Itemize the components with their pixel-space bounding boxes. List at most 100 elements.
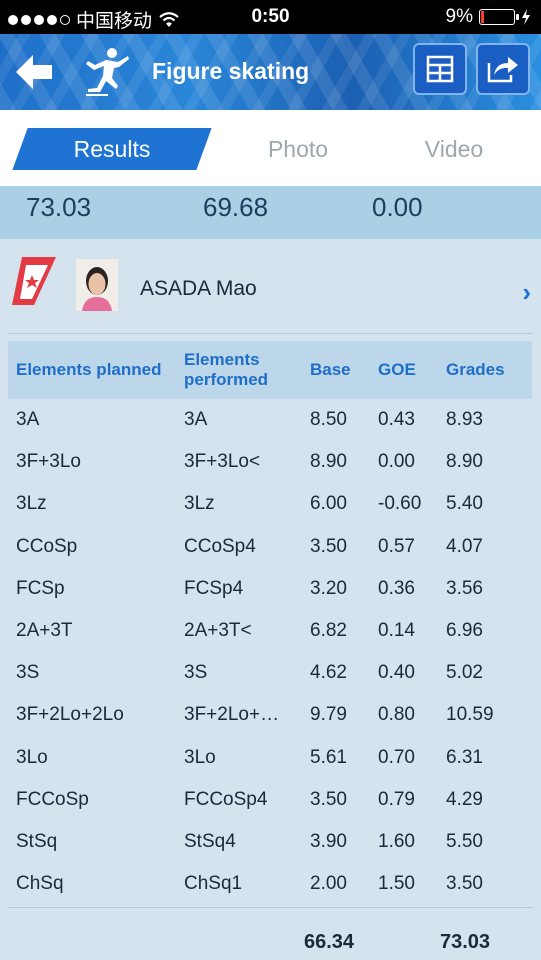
header-goe: GOE [370, 341, 438, 399]
athlete-name: ASADA Mao [140, 277, 257, 300]
cell-grade: 4.29 [446, 788, 483, 810]
cell-grade: 10.59 [446, 704, 494, 726]
cell-goe: 0.36 [378, 577, 415, 599]
divider [8, 907, 533, 908]
cell-goe: 0.57 [378, 535, 415, 557]
cell-performed: 3F+3Lo< [184, 451, 261, 473]
table-row: StSq StSq4 3.90 1.60 5.50 [8, 821, 532, 863]
cell-grade: 3.56 [446, 577, 483, 599]
app-header: Figure skating [0, 34, 541, 110]
cell-planned: 3F+3Lo [16, 451, 81, 473]
cell-grade: 6.96 [446, 620, 483, 642]
cell-planned: StSq [16, 830, 58, 852]
cell-goe: 0.14 [378, 620, 415, 642]
table-row: 3S 3S 4.62 0.40 5.02 [8, 652, 532, 694]
back-arrow-icon [16, 55, 52, 89]
table-header-row: Elements planned Elements performed Base… [8, 341, 532, 399]
cell-base: 3.50 [310, 535, 347, 557]
cell-grade: 4.07 [446, 535, 483, 557]
cell-grade: 5.50 [446, 830, 483, 852]
total-grades: 73.03 [440, 931, 491, 953]
table-row: FCSp FCSp4 3.20 0.36 3.56 [8, 568, 532, 610]
elements-table: Elements planned Elements performed Base… [8, 341, 532, 905]
header-elements-performed: Elements performed [176, 341, 302, 399]
table-row: FCCoSp FCCoSp4 3.50 0.79 4.29 [8, 779, 532, 821]
tab-bar: Results Photo Video [0, 110, 541, 186]
battery-icon [479, 9, 519, 25]
cell-base: 8.50 [310, 409, 347, 431]
table-row: 3Lz 3Lz 6.00 -0.60 5.40 [8, 483, 532, 525]
results-content: ASADA Mao › Elements planned Elements pe… [0, 239, 541, 960]
deduction-score: 0.00 [372, 192, 423, 222]
tab-photo[interactable]: Photo [240, 128, 356, 170]
table-row: 3F+3Lo 3F+3Lo< 8.90 0.00 8.90 [8, 441, 532, 483]
cell-goe: 0.40 [378, 662, 415, 684]
cell-performed: CCoSp4 [184, 535, 256, 557]
cell-planned: FCSp [16, 577, 65, 599]
cell-performed: 3Lz [184, 493, 215, 515]
tab-video[interactable]: Video [396, 128, 512, 170]
cell-grade: 8.90 [446, 451, 483, 473]
cell-base: 4.62 [310, 662, 347, 684]
table-row: 3F+2Lo+2Lo 3F+2Lo+… 9.79 0.80 10.59 [8, 694, 532, 736]
cell-performed: 3F+2Lo+… [184, 704, 280, 726]
cell-grade: 8.93 [446, 409, 483, 431]
cell-goe: 0.70 [378, 746, 415, 768]
cell-grade: 3.50 [446, 873, 483, 895]
total-score: 73.03 [26, 192, 92, 222]
divider [8, 333, 533, 334]
header-elements-planned: Elements planned [8, 341, 176, 399]
back-button[interactable] [0, 34, 68, 110]
cell-planned: 2A+3T [16, 620, 73, 642]
cell-planned: CCoSp [16, 535, 78, 557]
cell-goe: 0.00 [378, 451, 415, 473]
chevron-right-icon[interactable]: › [522, 277, 531, 308]
element-score: 69.68 [203, 192, 269, 222]
cell-base: 3.20 [310, 577, 347, 599]
cell-performed: StSq4 [184, 830, 236, 852]
cell-grade: 5.02 [446, 662, 483, 684]
cell-planned: FCCoSp [16, 788, 89, 810]
cell-grade: 6.31 [446, 746, 483, 768]
figure-skater-icon [86, 48, 129, 96]
header-grades: Grades [438, 341, 532, 399]
cell-performed: FCSp4 [184, 577, 244, 599]
header-base: Base [302, 341, 370, 399]
table-total-row: 66.34 73.03 [0, 927, 541, 960]
cell-planned: 3A [16, 409, 40, 431]
cell-base: 2.00 [310, 873, 347, 895]
share-button[interactable] [476, 43, 530, 95]
cell-base: 3.50 [310, 788, 347, 810]
athlete-avatar [76, 259, 118, 311]
cell-base: 5.61 [310, 746, 347, 768]
cell-base: 6.00 [310, 493, 347, 515]
calculator-button[interactable] [413, 43, 467, 95]
cell-performed: 3A [184, 409, 208, 431]
table-row: 3Lo 3Lo 5.61 0.70 6.31 [8, 737, 532, 779]
table-row: 3A 3A 8.50 0.43 8.93 [8, 399, 532, 441]
charging-icon [522, 9, 530, 25]
cell-planned: 3Lo [16, 746, 48, 768]
cell-planned: 3Lz [16, 493, 47, 515]
cell-performed: FCCoSp4 [184, 788, 268, 810]
cell-performed: 3Lo [184, 746, 216, 768]
athlete-row[interactable]: ASADA Mao › [0, 239, 541, 335]
cell-planned: 3S [16, 662, 40, 684]
cell-base: 3.90 [310, 830, 347, 852]
cell-goe: 1.50 [378, 873, 415, 895]
total-base: 66.34 [304, 931, 355, 953]
table-row: CCoSp CCoSp4 3.50 0.57 4.07 [8, 526, 532, 568]
cell-base: 6.82 [310, 620, 347, 642]
cell-goe: 0.43 [378, 409, 415, 431]
page-title: Figure skating [152, 58, 310, 84]
cell-planned: 3F+2Lo+2Lo [16, 704, 124, 726]
table-row: ChSq ChSq1 2.00 1.50 3.50 [8, 863, 532, 905]
tab-results[interactable]: Results [20, 128, 204, 170]
cell-performed: 2A+3T< [184, 620, 252, 642]
cell-performed: 3S [184, 662, 208, 684]
cell-goe: 0.80 [378, 704, 415, 726]
cell-goe: -0.60 [378, 493, 422, 515]
status-bar: 中国移动 0:50 9% [0, 0, 541, 34]
table-row: 2A+3T 2A+3T< 6.82 0.14 6.96 [8, 610, 532, 652]
calculator-icon [426, 55, 454, 83]
